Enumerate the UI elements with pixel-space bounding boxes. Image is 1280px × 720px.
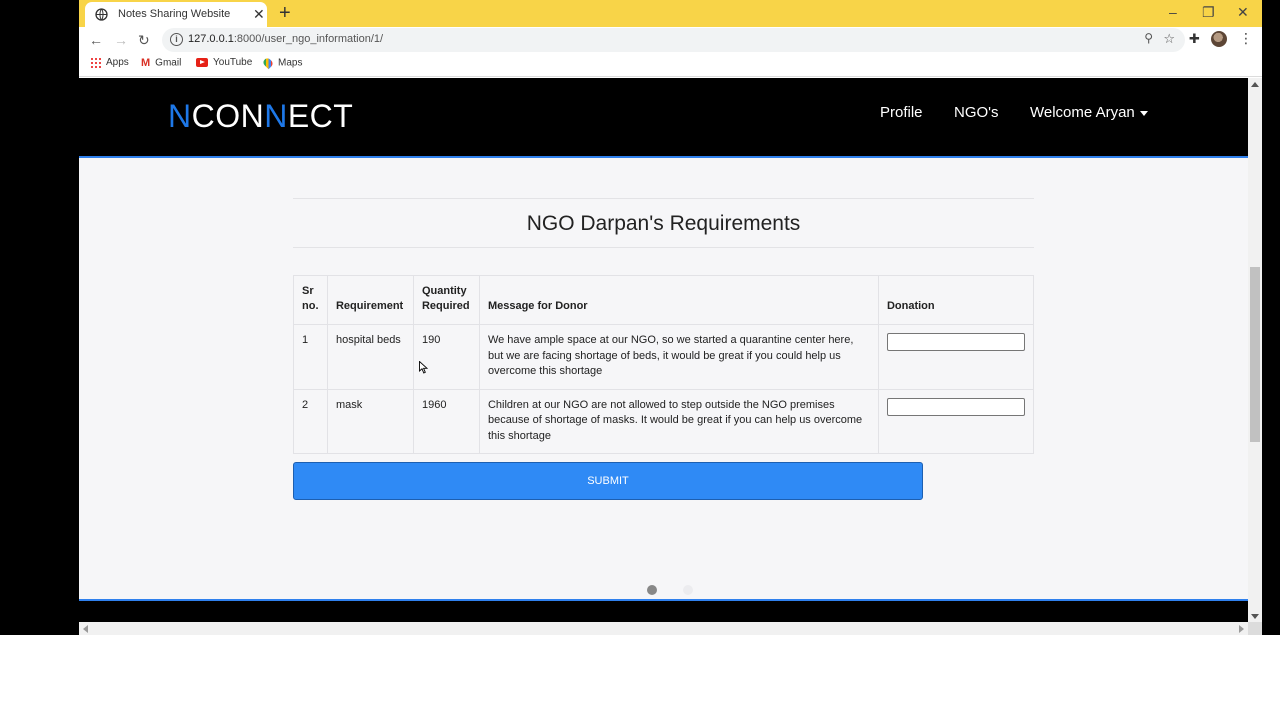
scroll-down-arrow-icon[interactable] <box>1251 614 1259 619</box>
cell-quantity: 190 <box>412 324 480 390</box>
site-navbar: NCONNECT Profile NGO's Welcome Aryan <box>79 78 1248 158</box>
cell-donation <box>877 388 1035 454</box>
close-window-button[interactable]: ✕ <box>1237 2 1249 22</box>
col-header-message: Message for Donor <box>478 275 879 325</box>
cell-message: Children at our NGO are not allowed to s… <box>478 388 879 454</box>
divider-top <box>293 198 1034 199</box>
url-path: :8000/user_ngo_information/1/ <box>233 33 384 45</box>
bookmark-gmail[interactable]: M Gmail <box>141 57 181 69</box>
browser-tab[interactable]: Notes Sharing Website ✕ <box>85 2 267 27</box>
url-host: 127.0.0.1 <box>188 33 234 45</box>
mouse-cursor-icon <box>419 361 428 374</box>
tab-title: Notes Sharing Website <box>118 8 231 20</box>
cell-sr: 2 <box>293 388 328 454</box>
bookmark-label: Apps <box>106 57 129 69</box>
cell-sr: 1 <box>293 324 328 390</box>
cell-message: We have ample space at our NGO, so we st… <box>478 324 879 390</box>
submit-button[interactable]: SUBMIT <box>293 462 923 500</box>
divider-bottom <box>293 247 1034 248</box>
page-title: NGO Darpan's Requirements <box>526 212 801 235</box>
extensions-puzzle-icon[interactable]: ✚ <box>1189 31 1200 47</box>
cell-quantity: 1960 <box>412 388 480 454</box>
header-text: Quantity <box>421 285 467 297</box>
browser-toolbar: ← → ↻ i 127.0.0.1:8000/user_ngo_informat… <box>79 27 1262 53</box>
url-text[interactable]: 127.0.0.1:8000/user_ngo_information/1/ <box>188 33 383 45</box>
welcome-label: Welcome Aryan <box>1030 104 1135 121</box>
header-text: Sr <box>302 285 314 297</box>
right-black-margin <box>1262 0 1280 635</box>
site-footer <box>79 601 1248 622</box>
logo-part: N <box>264 98 288 134</box>
globe-icon <box>95 8 108 21</box>
scrollbar-thumb[interactable] <box>1250 267 1260 442</box>
nav-profile-link[interactable]: Profile <box>880 104 923 121</box>
site-logo[interactable]: NCONNECT <box>168 96 353 136</box>
bookmarks-bar: Apps M Gmail YouTube Maps <box>79 53 1262 77</box>
bookmark-label: Maps <box>278 57 303 69</box>
donation-input[interactable] <box>886 333 1025 351</box>
bookmark-label: YouTube <box>213 57 253 68</box>
caret-down-icon <box>1139 110 1148 116</box>
scroll-up-arrow-icon[interactable] <box>1251 82 1259 87</box>
gmail-icon: M <box>141 57 151 69</box>
nav-ngos-link[interactable]: NGO's <box>954 104 999 121</box>
col-header-sr: Sr no. <box>293 275 328 325</box>
restore-button[interactable]: ❐ <box>1202 2 1215 22</box>
bookmark-maps[interactable]: Maps <box>261 56 303 70</box>
tab-close-icon[interactable]: ✕ <box>253 5 265 23</box>
logo-part: ECT <box>287 98 354 134</box>
cell-requirement: mask <box>326 388 414 454</box>
carousel-dot[interactable] <box>683 585 693 595</box>
col-header-donation: Donation <box>877 275 1035 325</box>
table-header-row: Sr no. Requirement Quantity Required Messa… <box>293 275 1035 325</box>
requirements-table: Sr no. Requirement Quantity Required Messa… <box>293 275 1035 454</box>
cell-donation <box>877 324 1035 390</box>
address-bar[interactable]: i 127.0.0.1:8000/user_ngo_information/1/… <box>162 28 1185 52</box>
table-row: 1 hospital beds 190 We have ample space … <box>293 324 1035 390</box>
site-info-icon[interactable]: i <box>170 33 183 46</box>
scrollbar-corner <box>1248 622 1262 635</box>
bookmark-apps[interactable]: Apps <box>90 57 129 68</box>
bookmark-label: Gmail <box>155 57 182 69</box>
web-page: NCONNECT Profile NGO's Welcome Aryan NGO… <box>79 78 1248 622</box>
nav-welcome-dropdown[interactable]: Welcome Aryan <box>1030 104 1148 121</box>
header-text: Required <box>421 300 470 312</box>
bookmark-star-icon[interactable]: ☆ <box>1163 31 1175 47</box>
apps-icon <box>90 57 101 68</box>
horizontal-scrollbar[interactable] <box>79 622 1248 635</box>
cell-requirement: hospital beds <box>326 324 414 390</box>
carousel-dot-active[interactable] <box>647 585 657 595</box>
reload-icon[interactable]: ↻ <box>138 30 150 50</box>
minimize-button[interactable]: – <box>1169 2 1177 22</box>
logo-part: N <box>168 98 192 134</box>
scroll-right-arrow-icon[interactable] <box>1239 625 1244 633</box>
left-black-margin <box>0 0 79 635</box>
col-header-quantity: Quantity Required <box>412 275 480 325</box>
vertical-scrollbar[interactable] <box>1248 78 1262 622</box>
header-text: no. <box>302 300 319 312</box>
profile-avatar[interactable] <box>1211 31 1227 47</box>
youtube-icon <box>196 57 208 67</box>
table-row: 2 mask 1960 Children at our NGO are not … <box>293 388 1035 454</box>
donation-input[interactable] <box>886 397 1025 416</box>
browser-menu-icon[interactable]: ⋮ <box>1239 30 1253 47</box>
browser-tab-strip: Notes Sharing Website ✕ + – ❐ ✕ <box>79 0 1262 27</box>
logo-part: CON <box>191 98 265 134</box>
maps-icon <box>261 56 275 70</box>
scroll-left-arrow-icon[interactable] <box>83 625 88 633</box>
forward-arrow-icon[interactable]: → <box>114 30 128 50</box>
col-header-requirement: Requirement <box>326 275 414 325</box>
screen: Notes Sharing Website ✕ + – ❐ ✕ ← → ↻ i … <box>0 0 1280 720</box>
zoom-icon[interactable]: ⚲ <box>1144 31 1153 45</box>
new-tab-button[interactable]: + <box>279 2 291 24</box>
bookmark-youtube[interactable]: YouTube <box>196 57 252 68</box>
back-arrow-icon[interactable]: ← <box>89 30 103 50</box>
